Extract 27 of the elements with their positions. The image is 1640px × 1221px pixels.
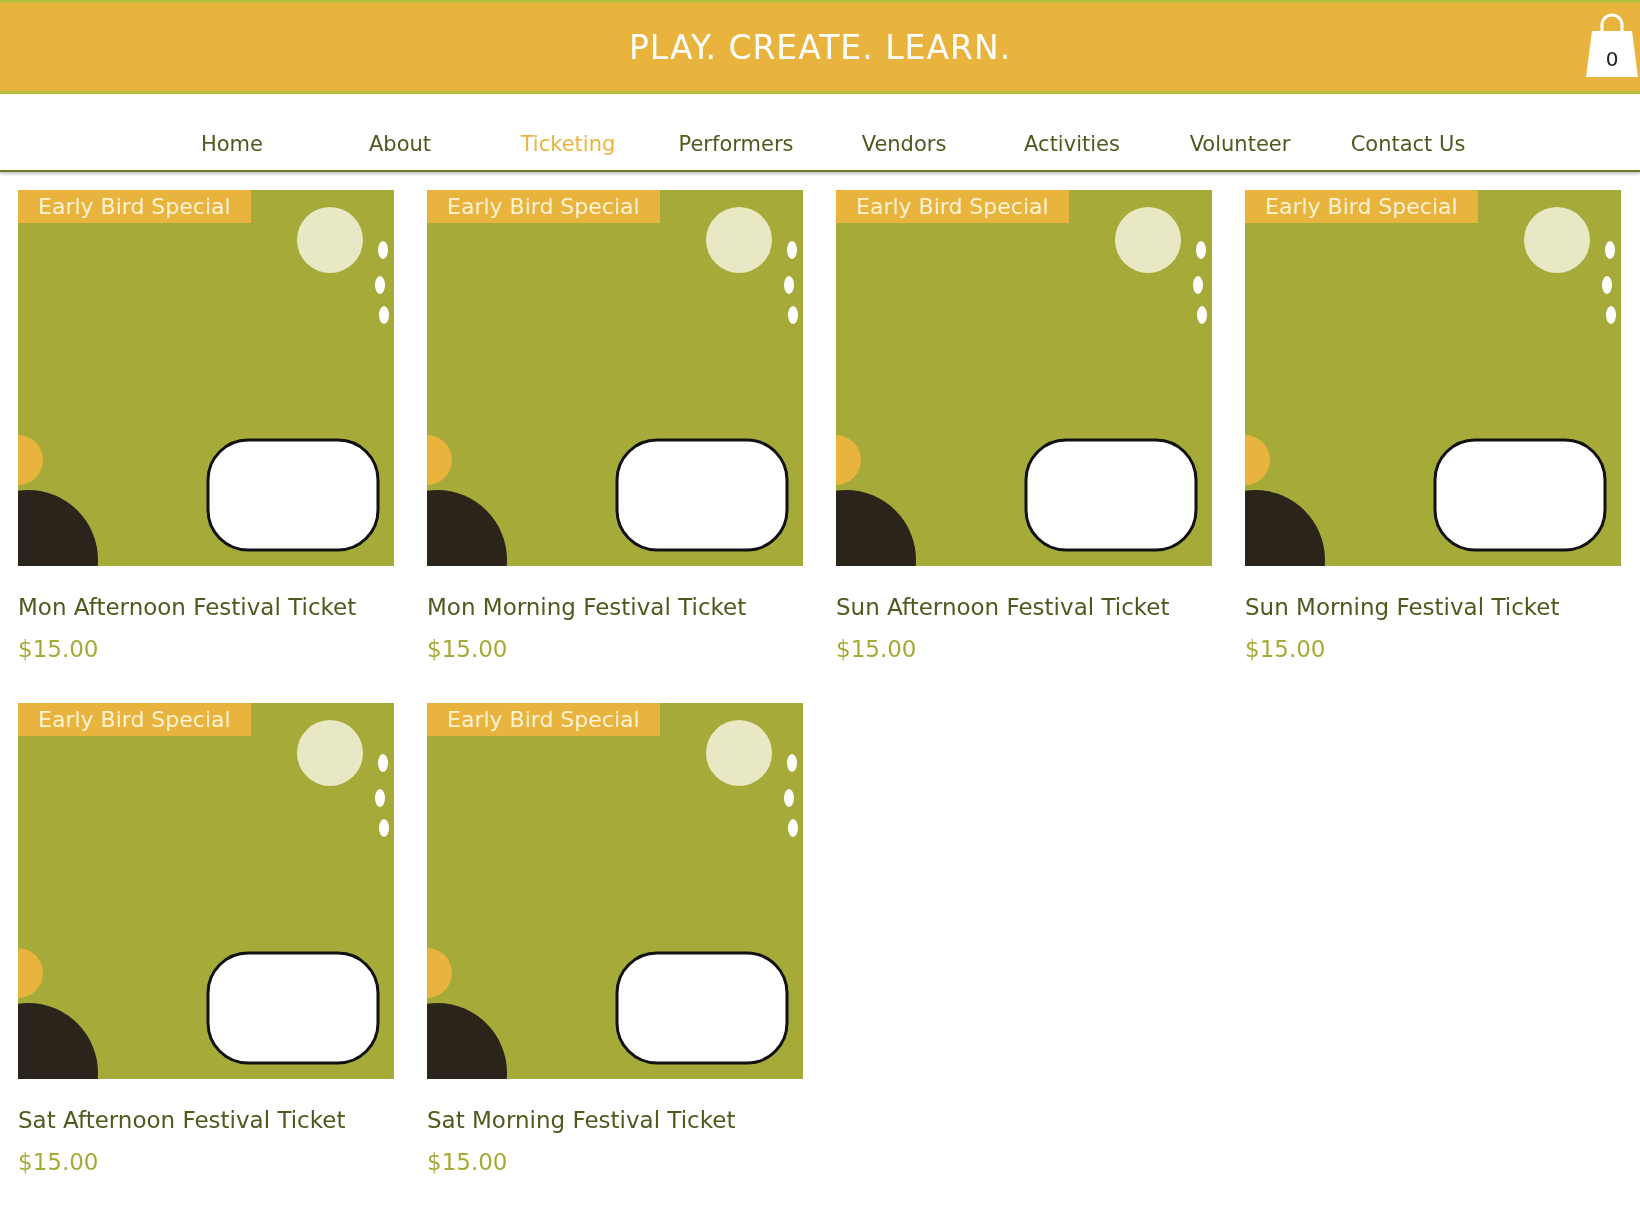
nav-link[interactable]: About xyxy=(316,132,484,156)
product-price: $15.00 xyxy=(427,1149,509,1175)
nav-link[interactable]: Volunteer xyxy=(1156,132,1324,156)
site-tagline: PLAY. CREATE. LEARN. xyxy=(628,27,1012,67)
product-name[interactable]: Sat Afternoon Festival Ticket xyxy=(18,1107,394,1133)
product-price: $15.00 xyxy=(1245,636,1327,662)
ribbon-label: Early Bird Special xyxy=(427,703,660,736)
nav-link[interactable]: Activities xyxy=(988,132,1156,156)
product-price: $15.00 xyxy=(18,1149,100,1175)
nav-link[interactable]: Contact Us xyxy=(1324,132,1492,156)
nav-link[interactable]: Vendors xyxy=(820,132,988,156)
product-name[interactable]: Sun Morning Festival Ticket xyxy=(1245,594,1621,620)
product-name[interactable]: Mon Afternoon Festival Ticket xyxy=(18,594,394,620)
product-name[interactable]: Sat Morning Festival Ticket xyxy=(427,1107,803,1133)
product-price: $15.00 xyxy=(427,636,509,662)
nav-link[interactable]: Home xyxy=(148,132,316,156)
ribbon-label: Early Bird Special xyxy=(18,190,251,223)
cart-count: 0 xyxy=(1604,47,1620,71)
ribbon-label: Early Bird Special xyxy=(427,190,660,223)
product-price: $15.00 xyxy=(18,636,100,662)
ribbon-label: Early Bird Special xyxy=(18,703,251,736)
product-price: $15.00 xyxy=(836,636,918,662)
product-name[interactable]: Sun Afternoon Festival Ticket xyxy=(836,594,1212,620)
product-name[interactable]: Mon Morning Festival Ticket xyxy=(427,594,803,620)
ribbon-label: Early Bird Special xyxy=(836,190,1069,223)
ribbon-label: Early Bird Special xyxy=(1245,190,1478,223)
nav-link[interactable]: Performers xyxy=(652,132,820,156)
